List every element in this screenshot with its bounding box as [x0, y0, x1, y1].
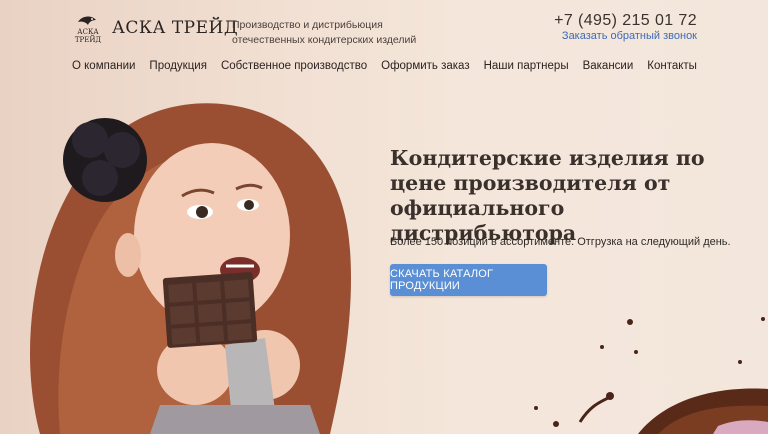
nav-item-own-production[interactable]: Собственное производство	[221, 60, 367, 72]
tagline-line-2: отечественных кондитерских изделий	[232, 34, 417, 46]
brand-name: АСКА ТРЕЙД	[112, 18, 239, 38]
main-nav: О компании Продукция Собственное произво…	[72, 60, 697, 72]
logo-mark-line2: ТРЕЙД	[75, 35, 102, 44]
phone-number[interactable]: +7 (495) 215 01 72	[554, 12, 697, 30]
hero-title: Кондитерские изделия по цене производите…	[390, 146, 705, 245]
brand-logo[interactable]: АСКА ТРЕЙД АСКА ТРЕЙД	[72, 12, 238, 44]
nav-item-place-order[interactable]: Оформить заказ	[381, 60, 469, 72]
brand-tagline: Производство и дистрибьюция отечественны…	[232, 18, 422, 48]
nav-item-products[interactable]: Продукция	[149, 60, 207, 72]
logo-mark-line1: АСКА	[77, 28, 99, 36]
chocolate-splash-decoration	[534, 317, 768, 434]
download-catalog-button[interactable]: СКАЧАТЬ КАТАЛОГ ПРОДУКЦИИ	[390, 264, 547, 296]
tagline-line-1: Производство и дистрибьюция	[232, 19, 383, 31]
nav-item-vacancies[interactable]: Вакансии	[583, 60, 634, 72]
hero-subtitle: Более 150 позиций в ассортименте. Отгруз…	[390, 236, 731, 248]
callback-link[interactable]: Заказать обратный звонок	[562, 30, 697, 42]
nav-item-about[interactable]: О компании	[72, 60, 135, 72]
nav-item-contacts[interactable]: Контакты	[647, 60, 697, 72]
nav-item-partners[interactable]: Наши партнеры	[484, 60, 569, 72]
fish-logo-icon: АСКА ТРЕЙД	[75, 16, 102, 44]
